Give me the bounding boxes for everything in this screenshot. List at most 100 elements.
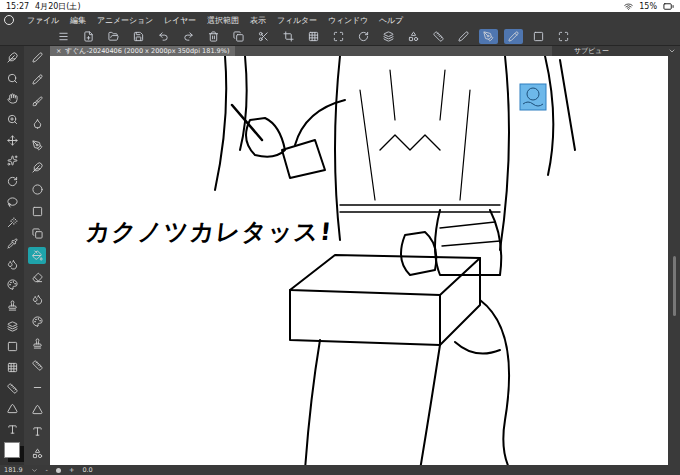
menu-item[interactable]: 編集 xyxy=(70,15,86,26)
rotation-value[interactable]: 0.0 xyxy=(82,466,92,474)
side-tool-button[interactable] xyxy=(3,235,21,252)
side-tool-button[interactable] xyxy=(3,214,21,231)
side-tool-button[interactable] xyxy=(3,194,21,211)
side-tool-button[interactable] xyxy=(3,90,21,107)
zoom-in-button[interactable]: + xyxy=(69,466,74,474)
menu-item[interactable]: 選択範囲 xyxy=(207,15,239,26)
tool-button[interactable] xyxy=(28,181,46,198)
command-button[interactable] xyxy=(429,29,448,44)
tab-close-button[interactable]: × xyxy=(56,47,61,55)
command-button[interactable] xyxy=(79,29,98,44)
tool-button[interactable] xyxy=(28,269,46,286)
tool-icon xyxy=(32,96,43,107)
tool-button[interactable] xyxy=(28,115,46,132)
command-button[interactable] xyxy=(104,29,123,44)
command-button[interactable] xyxy=(554,29,573,44)
tool-button[interactable] xyxy=(28,225,46,242)
tool-button[interactable] xyxy=(28,445,46,462)
side-tool-button[interactable] xyxy=(3,152,21,169)
command-button[interactable] xyxy=(154,29,173,44)
side-tool-button[interactable] xyxy=(3,276,21,293)
side-tool-button[interactable] xyxy=(3,111,21,128)
command-button[interactable] xyxy=(504,29,523,44)
menu-item[interactable]: レイヤー xyxy=(164,15,196,26)
tool-button[interactable] xyxy=(28,71,46,88)
tool-button[interactable] xyxy=(28,203,46,220)
command-button[interactable] xyxy=(254,29,273,44)
command-icon xyxy=(208,31,219,42)
tool-icon xyxy=(7,362,18,373)
command-button[interactable] xyxy=(129,29,148,44)
side-tool-button[interactable] xyxy=(3,173,21,190)
menu-item[interactable]: ヘルプ xyxy=(379,15,403,26)
zoom-out-button[interactable]: - xyxy=(46,466,48,474)
command-button[interactable] xyxy=(329,29,348,44)
tool-icon xyxy=(32,272,43,283)
collapse-icon[interactable] xyxy=(668,47,676,55)
menu-item[interactable]: ウィンドウ xyxy=(328,15,368,26)
tool-icon xyxy=(7,383,18,394)
side-tool-button[interactable] xyxy=(3,49,21,66)
wifi-icon xyxy=(624,2,633,11)
command-button[interactable] xyxy=(304,29,323,44)
command-button[interactable] xyxy=(479,29,498,44)
side-tool-button[interactable] xyxy=(3,421,21,438)
tool-button[interactable] xyxy=(28,401,46,418)
command-button[interactable] xyxy=(54,29,73,44)
command-button[interactable] xyxy=(229,29,248,44)
side-tool-button[interactable] xyxy=(3,359,21,376)
command-icon xyxy=(458,31,469,42)
color-swatch[interactable] xyxy=(4,442,20,458)
app-window: 15:274月20日(土)15%ファイル編集アニメーションレイヤー選択範囲表示フ… xyxy=(0,0,680,475)
side-tool-button[interactable] xyxy=(3,297,21,314)
menu-item[interactable]: フィルター xyxy=(277,15,317,26)
menu-item[interactable]: 表示 xyxy=(250,15,266,26)
command-icon xyxy=(408,31,419,42)
side-tool-button[interactable] xyxy=(3,132,21,149)
tool-icon xyxy=(7,93,18,104)
tool-button[interactable] xyxy=(28,423,46,440)
side-tool-button[interactable] xyxy=(3,70,21,87)
tool-icon xyxy=(7,300,18,311)
command-button[interactable] xyxy=(204,29,223,44)
tool-button[interactable] xyxy=(28,93,46,110)
tool-button[interactable] xyxy=(28,137,46,154)
side-tool-button[interactable] xyxy=(3,400,21,417)
tool-button[interactable] xyxy=(28,247,46,264)
command-button[interactable] xyxy=(454,29,473,44)
zoom-value[interactable]: 181.9 xyxy=(4,466,23,474)
tool-button[interactable] xyxy=(28,379,46,396)
command-button[interactable] xyxy=(279,29,298,44)
tool-button[interactable] xyxy=(28,335,46,352)
tool-button[interactable] xyxy=(28,291,46,308)
scroll-thumb[interactable] xyxy=(673,256,676,316)
side-tool-button[interactable] xyxy=(3,318,21,335)
zoom-slider-knob[interactable] xyxy=(56,468,61,473)
tool-icon xyxy=(32,316,43,327)
side-tool-button[interactable] xyxy=(3,256,21,273)
command-button[interactable] xyxy=(379,29,398,44)
canvas[interactable]: カクノツカレタッス! xyxy=(50,56,668,465)
tool-icon xyxy=(32,52,43,63)
vertical-scrollbar[interactable] xyxy=(668,56,680,465)
document-title: すぐん-20240406 (2000 x 2000px 350dpi 181.9… xyxy=(65,47,229,56)
side-tool-button[interactable] xyxy=(3,338,21,355)
tool-button[interactable] xyxy=(28,49,46,66)
tool-icon xyxy=(32,404,43,415)
command-button[interactable] xyxy=(529,29,548,44)
menu-item[interactable]: アニメーション xyxy=(97,15,153,26)
menu-item[interactable]: ファイル xyxy=(27,15,59,26)
tool-icon xyxy=(7,114,18,125)
document-tab[interactable]: × すぐん-20240406 (2000 x 2000px 350dpi 181.… xyxy=(50,46,235,56)
side-tool-button[interactable] xyxy=(3,380,21,397)
tool-icon xyxy=(32,74,43,85)
app-logo-icon[interactable] xyxy=(4,15,14,25)
command-button[interactable] xyxy=(179,29,198,44)
tool-button[interactable] xyxy=(28,357,46,374)
line-art-drawing xyxy=(50,56,668,465)
command-button[interactable] xyxy=(354,29,373,44)
tool-button[interactable] xyxy=(28,159,46,176)
command-button[interactable] xyxy=(404,29,423,44)
dropdown-icon[interactable] xyxy=(31,467,38,474)
tool-button[interactable] xyxy=(28,313,46,330)
